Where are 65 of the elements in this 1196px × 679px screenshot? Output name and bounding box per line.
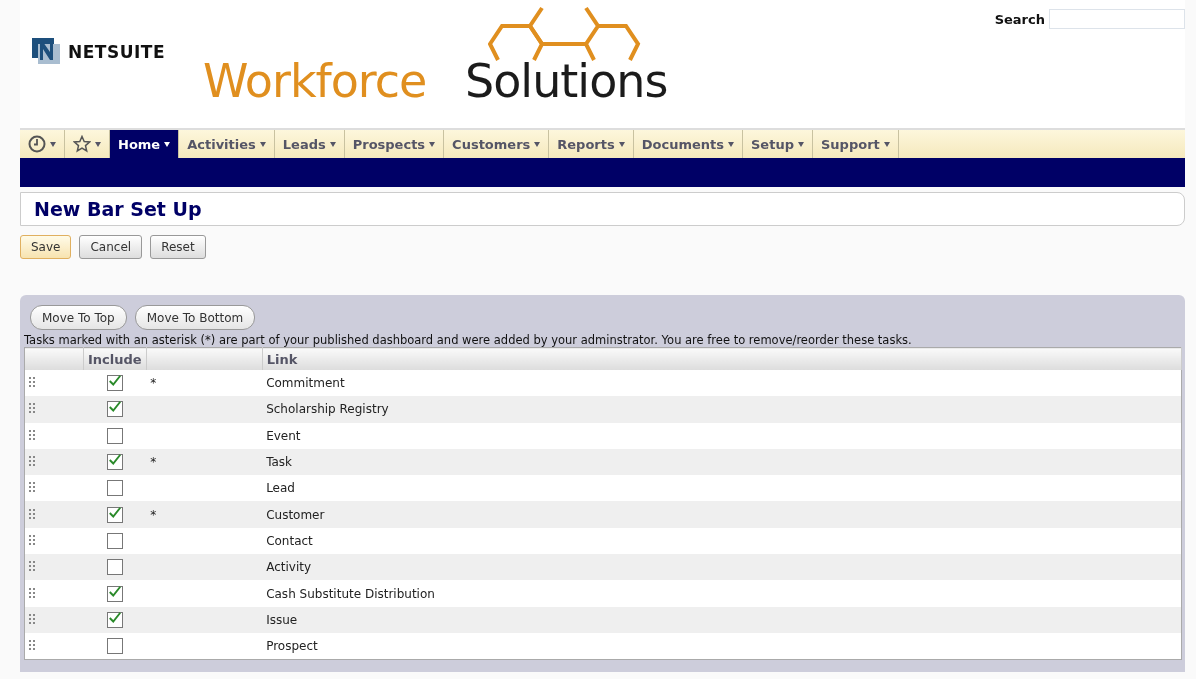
checkbox[interactable] (106, 480, 123, 497)
checkbox[interactable] (106, 427, 123, 444)
link-name: Prospect (266, 639, 318, 654)
checkbox[interactable] (106, 559, 123, 576)
drag-handle-icon[interactable] (29, 587, 35, 598)
caret-icon (534, 141, 541, 147)
clock-icon (28, 135, 46, 153)
checkbox[interactable] (106, 532, 123, 549)
brand-title: Solutions (465, 58, 668, 104)
drag-handle-icon[interactable] (29, 640, 35, 651)
checkbox[interactable] (106, 611, 123, 628)
link-name: Activity (266, 560, 312, 575)
caret-icon (728, 141, 734, 147)
action-button[interactable]: Reset (150, 235, 206, 259)
link-name: Commitment (266, 376, 345, 391)
link-name: Customer (266, 507, 325, 522)
link-name: Issue (266, 612, 298, 627)
drag-handle-icon[interactable] (29, 456, 35, 467)
action-button[interactable]: Save (20, 235, 72, 259)
drag-handle-icon[interactable] (29, 534, 35, 545)
column-header: Link (262, 347, 1182, 370)
move-button[interactable]: Move To Bottom (134, 305, 256, 330)
checkbox[interactable] (106, 585, 123, 602)
page-title: New Bar Set Up (34, 198, 202, 220)
nav-tab[interactable]: Home (110, 130, 180, 158)
asterisk-mark: * (150, 507, 157, 522)
caret-icon (329, 141, 336, 147)
logo-icon (32, 38, 62, 66)
move-button[interactable]: Move To Top (30, 305, 127, 330)
caret-icon (618, 141, 625, 147)
checkbox[interactable] (106, 375, 123, 392)
netsuite-logo: NETSUITE (68, 42, 166, 62)
drag-handle-icon[interactable] (29, 482, 35, 493)
instruction-text: Tasks marked with an asterisk (*) are part of your published dashboard and were added by your adminstrator. You are free to remove/reorder these tasks. (24, 333, 913, 347)
checkbox[interactable] (106, 506, 123, 523)
star-icon (73, 135, 91, 153)
column-header: Include (83, 347, 147, 370)
checkbox[interactable] (106, 401, 123, 418)
caret-icon (797, 141, 804, 147)
asterisk-mark: * (150, 455, 157, 470)
link-name: Contact (266, 533, 313, 548)
drag-handle-icon[interactable] (29, 508, 35, 519)
caret-icon (50, 141, 56, 147)
brand-title: Workforce (203, 58, 427, 104)
drag-handle-icon[interactable] (29, 403, 35, 414)
drag-handle-icon[interactable] (29, 377, 35, 388)
asterisk-mark: * (150, 376, 157, 391)
caret-icon (95, 141, 101, 147)
link-name: Lead (266, 481, 295, 496)
drag-handle-icon[interactable] (29, 561, 35, 572)
checkbox[interactable] (106, 454, 123, 471)
caret-icon (883, 141, 890, 147)
drag-handle-icon[interactable] (29, 429, 35, 440)
checkbox[interactable] (106, 638, 123, 655)
caret-icon (259, 141, 266, 147)
caret-icon (429, 141, 436, 147)
action-button[interactable]: Cancel (79, 235, 143, 259)
search-label: Search (994, 11, 1045, 27)
link-name: Scholarship Registry (266, 402, 389, 417)
search-field[interactable] (1049, 9, 1185, 29)
link-name: Event (266, 428, 301, 443)
link-name: Task (266, 455, 293, 470)
caret-icon (164, 141, 171, 147)
drag-handle-icon[interactable] (29, 613, 35, 624)
link-name: Cash Substitute Distribution (266, 586, 435, 601)
